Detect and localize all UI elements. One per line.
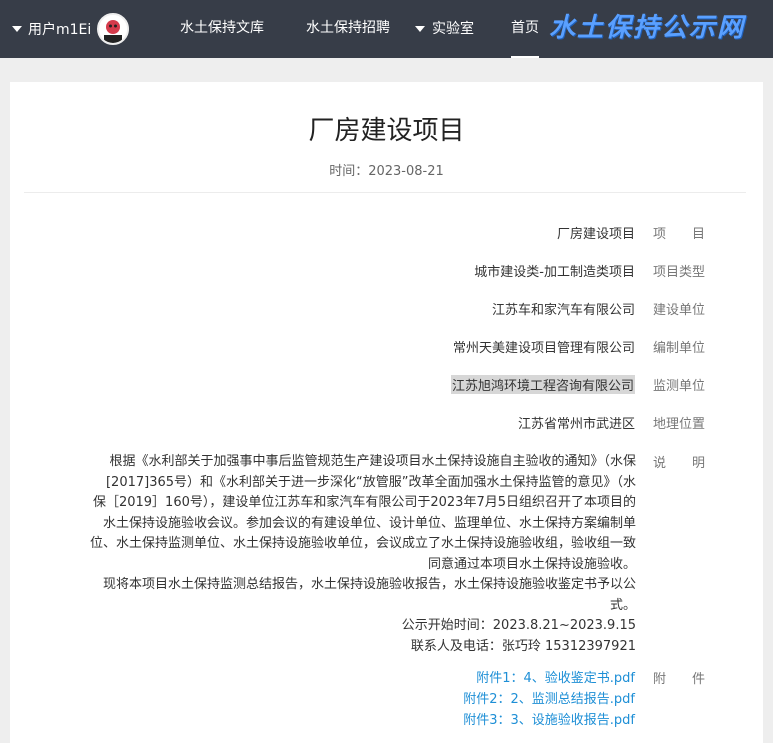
field-value: 常州天美建设项目管理有限公司	[452, 341, 635, 356]
description-line: 同意通过本项目水土保持设施验收。	[427, 556, 636, 572]
field-label: 地理位置	[652, 417, 705, 432]
attachment-link[interactable]: 附件2：2、监测总结报告.pdf	[463, 689, 635, 710]
avatar[interactable]	[97, 13, 130, 45]
field-value: 城市建设类-加工制造类项目	[474, 265, 635, 280]
chevron-down-icon	[415, 26, 425, 32]
field-label: 监测单位	[652, 379, 705, 394]
field-label: 建设单位	[652, 303, 705, 318]
description-line: 式。	[609, 597, 636, 613]
description-label: 说 明	[652, 456, 705, 471]
field-value: 厂房建设项目	[556, 227, 635, 242]
field-value: 江苏省常州市武进区	[517, 417, 635, 432]
publish-date: 时间：2023-08-21	[329, 164, 444, 179]
attachment-list: 附件1：4、验收鉴定书.pdf 附件2：2、监测总结报告.pdf 附件3：3、设…	[463, 668, 635, 731]
user-menu[interactable]: 用户m1Ei	[12, 11, 130, 47]
field-label: 项 目	[652, 227, 705, 242]
nav-lab[interactable]: 实验室	[415, 0, 474, 58]
attachment-link[interactable]: 附件1：4、验收鉴定书.pdf	[463, 668, 635, 689]
nav-home[interactable]: 首页	[511, 0, 539, 58]
nav-library[interactable]: 水土保持文库	[180, 0, 264, 58]
nav-lab-label: 实验室	[432, 21, 474, 37]
description-line: 现将本项目水土保持监测总结报告，水土保持设施验收报告，水土保持设施验收鉴定书予以…	[102, 577, 636, 592]
user-name: 用户m1Ei	[28, 22, 92, 38]
description-line: [2017]365号）和《水利部关于进一步深化“放管服”改革全面加强水土保持监管…	[105, 474, 636, 490]
description-line: 保［2019］160号），建设单位江苏车和家汽车有限公司于2023年7月5日组织…	[92, 495, 636, 510]
site-logo[interactable]: 水土保持公示网	[549, 8, 745, 48]
divider	[24, 192, 746, 193]
description-line: 水土保持设施验收会议。参加会议的有建设单位、设计单位、监理单位、水土保持方案编制…	[102, 515, 636, 531]
attachments-label: 附 件	[652, 672, 705, 687]
avatar-image-icon	[99, 15, 128, 43]
nav-jobs[interactable]: 水土保持招聘	[306, 0, 390, 58]
field-value: 江苏车和家汽车有限公司	[491, 303, 635, 318]
field-label: 编制单位	[652, 341, 705, 356]
description-line: 公示开始时间：2023.8.21~2023.9.15	[401, 618, 636, 633]
top-nav-bar: 用户m1Ei 水土保持文库 水土保持招聘 实验室 首页 水土保持公示网	[0, 0, 773, 58]
article-card: 厂房建设项目 时间：2023-08-21 项 目 厂房建设项目 项目类型 城市建…	[10, 82, 763, 743]
attachment-link[interactable]: 附件3：3、设施验收报告.pdf	[463, 710, 635, 731]
field-label: 项目类型	[652, 265, 705, 280]
description-text: 根据《水利部关于加强事中事后监管规范生产建设项目水土保持设施自主验收的通知》（水…	[46, 452, 636, 657]
field-value-highlighted: 江苏旭鸿环境工程咨询有限公司	[450, 375, 635, 394]
page-title: 厂房建设项目	[308, 116, 465, 146]
description-line: 联系人及电话：张巧玲 15312397921	[410, 638, 636, 654]
description-line: 根据《水利部关于加强事中事后监管规范生产建设项目水土保持设施自主验收的通知》（水…	[109, 454, 636, 469]
description-line: 位、水土保持监测单位、水土保持设施验收单位，会议成立了水土保持设施验收组，验收组…	[89, 536, 636, 551]
chevron-down-icon	[12, 26, 22, 32]
